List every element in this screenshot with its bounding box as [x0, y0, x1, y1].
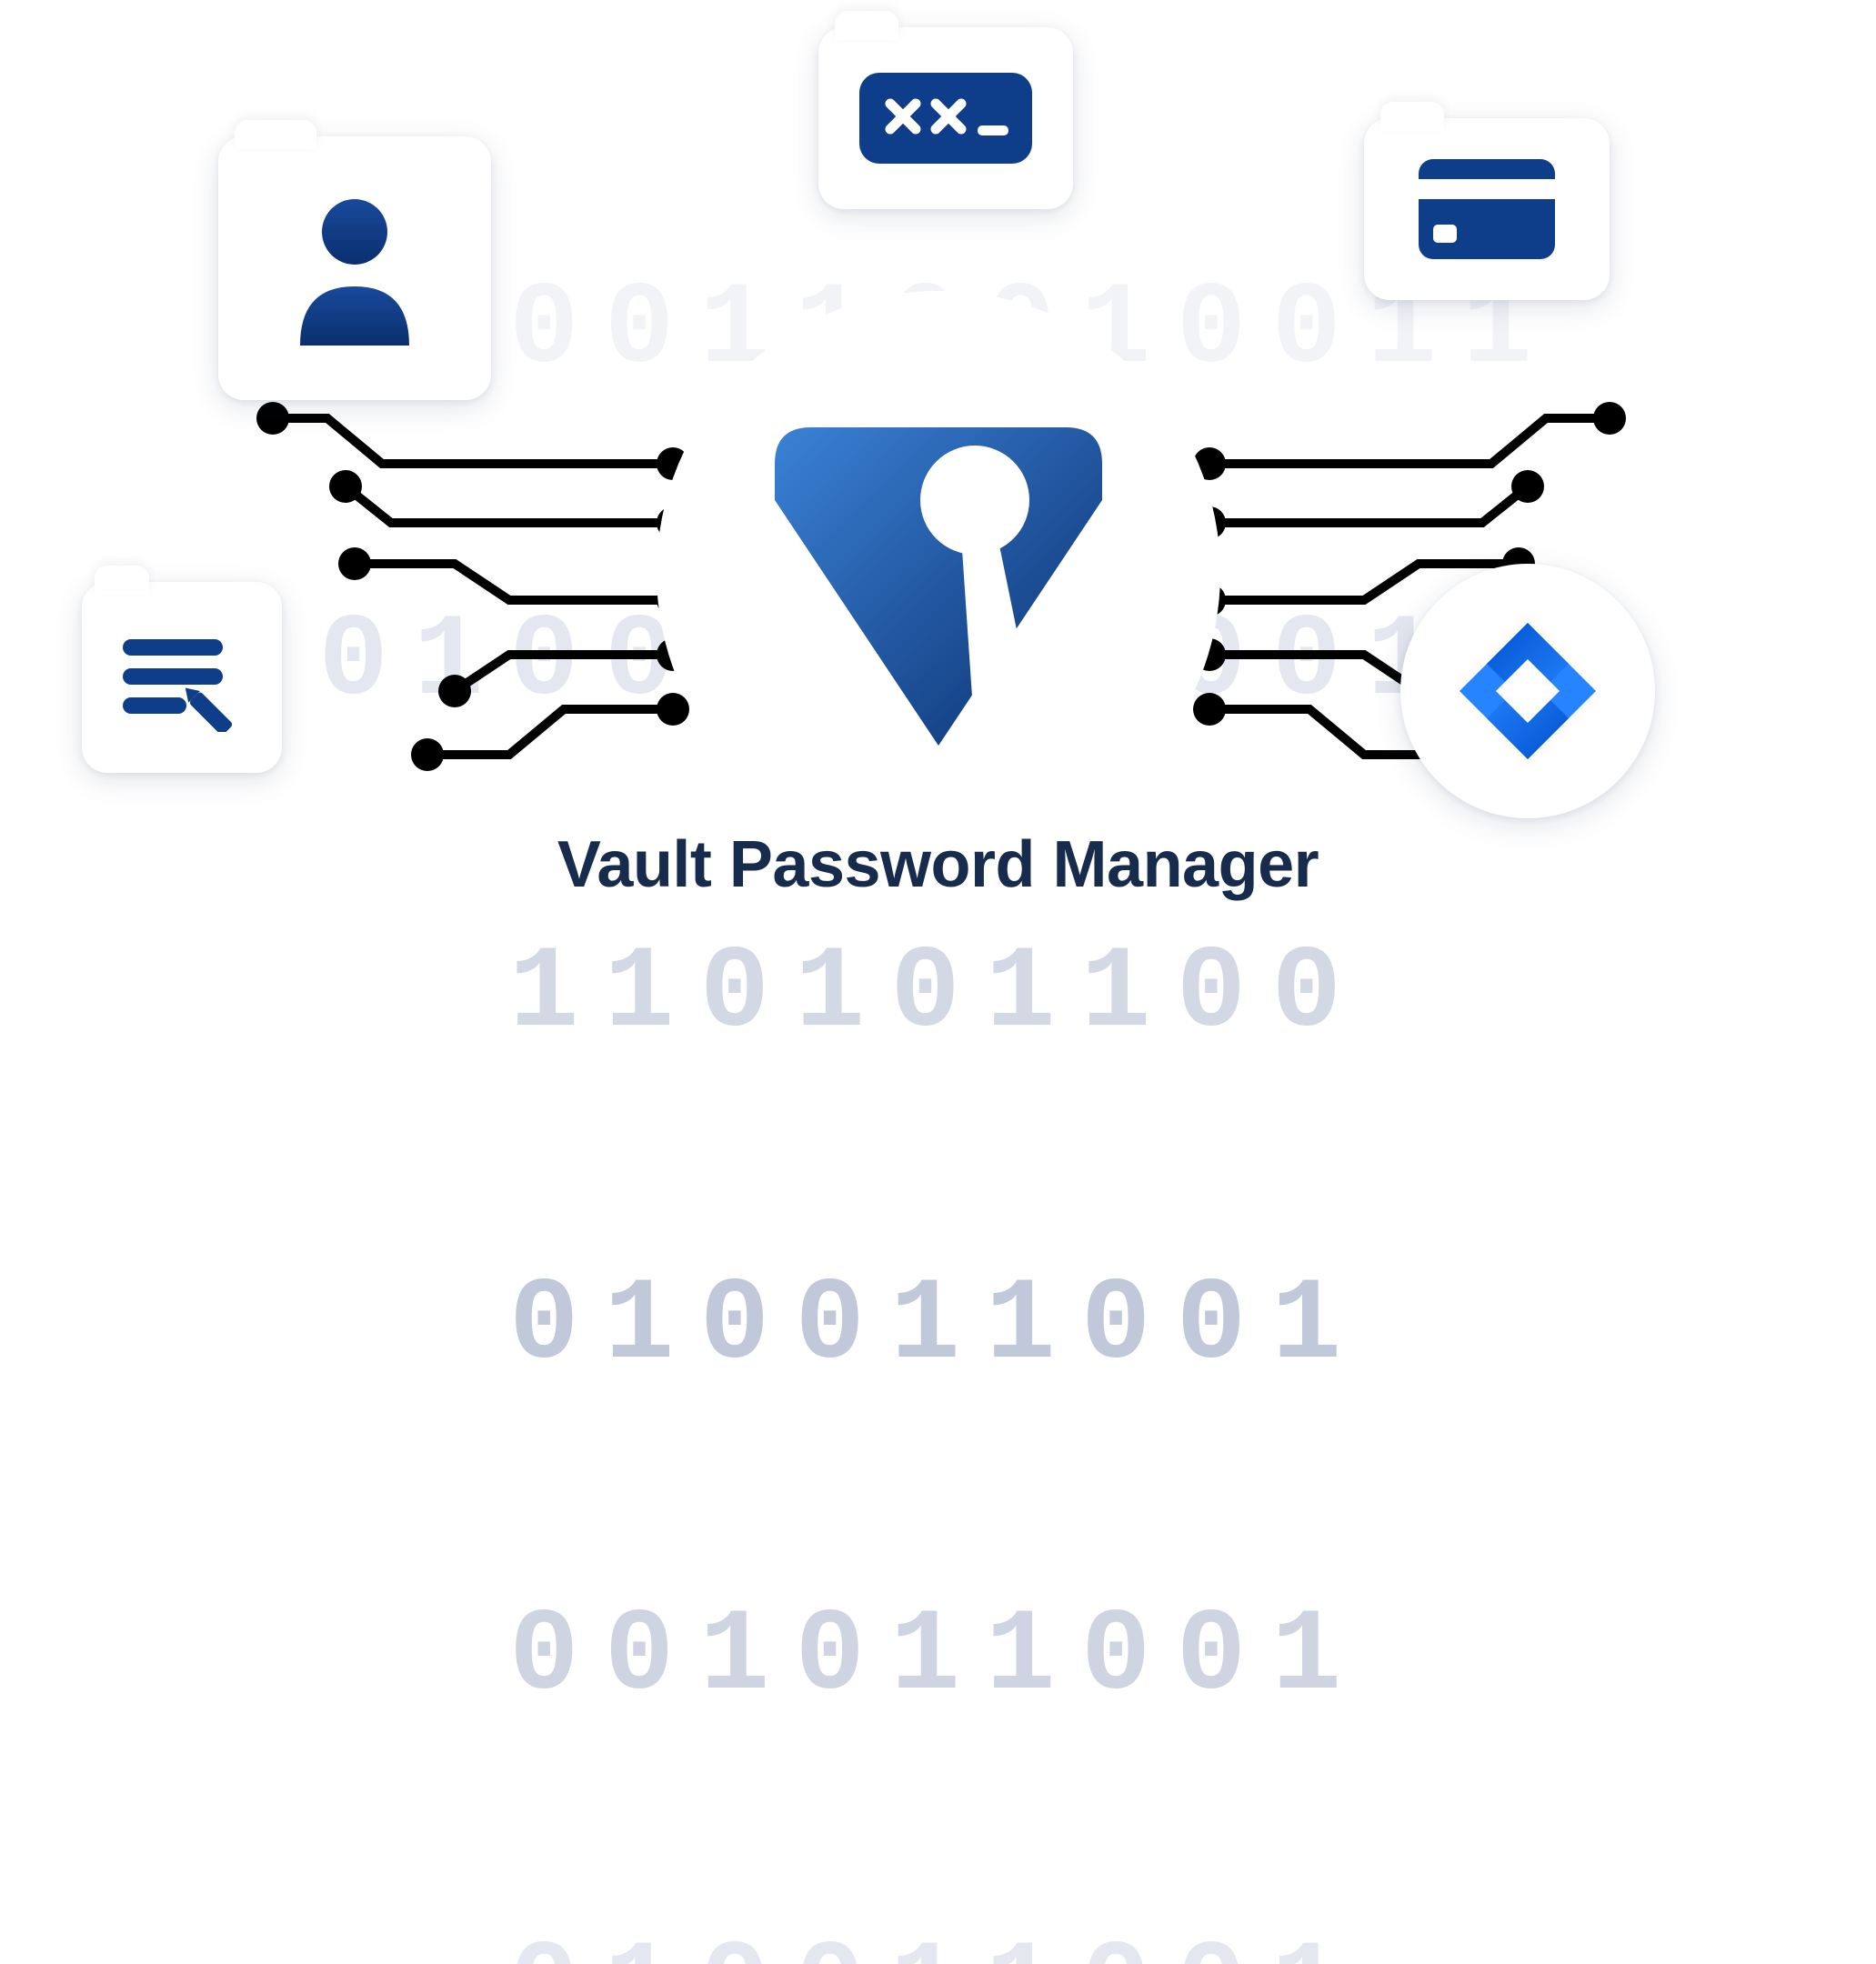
category-card-password — [818, 27, 1073, 209]
note-edit-icon — [114, 623, 250, 732]
vault-key-logo-icon — [757, 391, 1120, 755]
credit-card-icon — [1419, 159, 1555, 259]
binary-row: 010011001 — [45, 1934, 1831, 1964]
integration-badge-jira — [1400, 564, 1655, 818]
password-icon — [859, 73, 1032, 164]
jira-icon — [1450, 614, 1605, 768]
category-card-creditcard — [1364, 118, 1610, 300]
category-card-person — [218, 136, 491, 400]
category-card-note — [82, 582, 282, 773]
binary-row: 001011001 — [45, 1602, 1831, 1713]
binary-row: 110101100 — [45, 939, 1831, 1050]
product-title: Vault Password Manager — [0, 827, 1876, 902]
binary-row: 010011001 — [45, 1271, 1831, 1382]
person-icon — [286, 191, 423, 346]
